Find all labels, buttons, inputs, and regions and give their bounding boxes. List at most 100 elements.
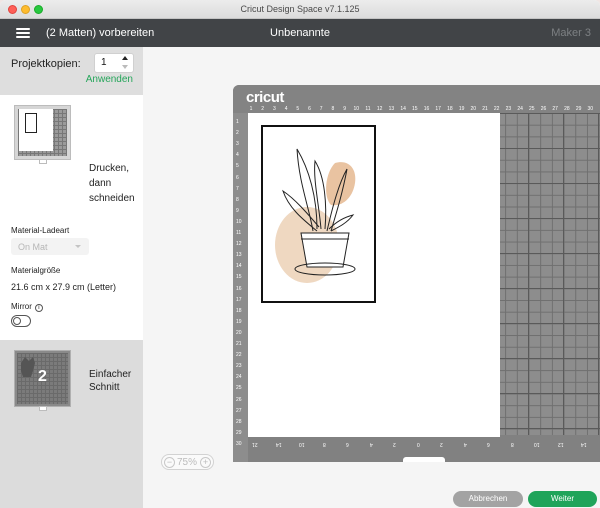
ruler-tick-label: 6 <box>487 441 490 447</box>
info-icon[interactable]: i <box>34 304 43 312</box>
ruler-tick-label: 16 <box>236 285 242 292</box>
ruler-tick-label: 6 <box>346 441 349 447</box>
ruler-tick-label: 0 <box>416 441 420 447</box>
machine-selector[interactable]: Maker 3 <box>551 27 591 39</box>
zoom-in-button[interactable]: + <box>200 457 211 468</box>
ruler-tick-label: 13 <box>388 106 395 112</box>
ruler-tick-label: 19 <box>458 106 465 112</box>
mat-preview-area: cricut 1 2 3 4 5 6 7 8 9 10 11 12 13 14 15 16 17 18 19 20 21… <box>143 47 600 508</box>
ruler-tick-label: 15 <box>412 106 418 112</box>
ruler-tick-label: 22 <box>236 352 242 359</box>
ruler-tick-label: 25 <box>236 385 242 392</box>
ruler-tick-label: 20 <box>470 106 477 112</box>
ruler-tick-label: 12 <box>236 241 242 248</box>
ruler-tick-label: 14 <box>581 441 587 447</box>
mat-thumbnail <box>14 105 71 164</box>
mat-type-line1: Drucken, <box>89 163 130 174</box>
window-title: Cricut Design Space v7.1.125 <box>240 4 360 14</box>
ruler-tick-label: 9 <box>236 207 239 214</box>
left-panel: Projektkopien: 1 Anwenden Drucken, dann … <box>0 47 143 508</box>
paper-sheet <box>248 113 500 437</box>
title-bar: Cricut Design Space v7.1.125 <box>0 0 600 19</box>
ruler-tick-label: 22 <box>493 106 500 112</box>
ruler-tick-label: 9 <box>343 106 346 112</box>
mat-thumbnail: 2 <box>14 350 71 411</box>
ruler-tick-label: 23 <box>505 106 512 112</box>
ruler-tick-label: 23 <box>236 363 242 370</box>
ruler-tick-label: 24 <box>517 106 523 112</box>
apply-button[interactable]: Anwenden <box>86 74 133 85</box>
ruler-tick-label: 18 <box>447 106 453 112</box>
ruler-tick-label: 8 <box>236 196 239 203</box>
plant-illustration <box>275 148 356 283</box>
mat-type-line2: dann <box>89 178 112 189</box>
ruler-tick-label: 28 <box>564 106 570 112</box>
ruler-tick-label: 16 <box>423 106 430 112</box>
ruler-tick-label: 2 <box>393 441 396 447</box>
ruler-tick-label: 5 <box>236 163 239 170</box>
project-name: Unbenannte <box>270 27 330 39</box>
ruler-tick-label: 2 <box>236 130 239 137</box>
ruler-tick-label: 13 <box>236 252 242 259</box>
ruler-tick-label: 6 <box>236 174 239 181</box>
ruler-tick-label: 15 <box>236 274 242 281</box>
ruler-tick-label: 12 <box>557 441 564 447</box>
ruler-tick-label: 28 <box>236 418 242 425</box>
mat-card-basic-cut[interactable]: 2 Einfacher Schnitt <box>0 340 143 508</box>
ruler-tick-label: 7 <box>319 106 323 112</box>
mirror-toggle[interactable] <box>11 315 31 327</box>
ruler-tick-label: 12 <box>376 106 383 112</box>
ruler-tick-label: 27 <box>236 407 242 414</box>
project-copies-stepper[interactable]: 1 <box>94 53 134 73</box>
ruler-tick-label: 17 <box>236 296 242 303</box>
ruler-tick-label: 8 <box>331 106 335 112</box>
ruler-tick-label: 26 <box>236 396 242 403</box>
ruler-tick-label: 27 <box>552 106 558 112</box>
ruler-tick-label: 4 <box>236 152 239 159</box>
cutting-mat: cricut 1 2 3 4 5 6 7 8 9 10 11 12 13 14 15 16 17 18 19 20 21… <box>233 85 600 462</box>
left-ruler: 1 2 3 4 5 6 7 8 9 10 11 12 13 14 15 16 17 18 19 20 21 22 23 24 2… <box>233 113 248 462</box>
project-copies-value: 1 <box>101 57 107 68</box>
material-size-label: Materialgröße <box>11 266 61 275</box>
ruler-tick-label: 18 <box>236 307 242 314</box>
load-type-label: Material-Ladeart <box>11 226 70 235</box>
ruler-tick-label: 8 <box>322 441 326 447</box>
app-window: Cricut Design Space v7.1.125 (2 Matten) … <box>0 0 600 508</box>
ruler-tick-label: 10 <box>299 441 305 447</box>
stepper-up-icon[interactable] <box>122 56 128 60</box>
mirror-label: Mirror i <box>11 302 43 312</box>
project-copies-section: Projektkopien: 1 Anwenden <box>0 47 143 95</box>
ruler-tick-label: 29 <box>236 429 242 436</box>
ruler-tick-label: 11 <box>365 106 371 112</box>
mat-type-line3: schneiden <box>89 193 135 204</box>
ruler-tick-label: 6 <box>308 106 311 112</box>
ruler-tick-label: 10 <box>236 218 242 225</box>
load-type-select[interactable]: On Mat <box>11 238 89 255</box>
zoom-out-button[interactable]: − <box>164 457 175 468</box>
load-type-value: On Mat <box>18 242 48 252</box>
ruler-tick-label: 30 <box>236 440 242 447</box>
mat-card-print-then-cut[interactable]: Drucken, dann schneiden Material-Ladeart… <box>0 95 143 340</box>
ruler-tick-label: 5 <box>296 106 300 112</box>
continue-button[interactable]: Weiter <box>528 491 597 507</box>
ruler-tick-label: 10 <box>534 441 540 447</box>
ruler-tick-label: 11 <box>236 230 242 236</box>
stepper-down-icon[interactable] <box>122 65 128 69</box>
ruler-tick-label: 29 <box>575 106 582 112</box>
ruler-tick-label: 17 <box>435 106 441 112</box>
print-then-cut-image[interactable] <box>261 125 376 303</box>
cancel-button[interactable]: Abbrechen <box>453 491 523 507</box>
ruler-tick-label: 1 <box>249 106 253 112</box>
ruler-tick-label: 2 <box>440 441 443 447</box>
ruler-tick-label: 14 <box>275 441 282 447</box>
ruler-tick-label: 4 <box>284 106 288 112</box>
ruler-tick-label: 10 <box>353 106 360 112</box>
app-header: (2 Matten) vorbereiten Unbenannte Maker … <box>0 19 600 47</box>
ruler-tick-label: 30 <box>587 106 594 112</box>
ruler-tick-label: 19 <box>236 318 242 325</box>
mat-type-line2: Schnitt <box>89 382 120 393</box>
mat-handle <box>403 457 445 462</box>
ruler-tick-label: 24 <box>236 374 242 381</box>
zoom-level: 75% <box>177 457 198 468</box>
cricut-logo: cricut <box>246 89 284 106</box>
